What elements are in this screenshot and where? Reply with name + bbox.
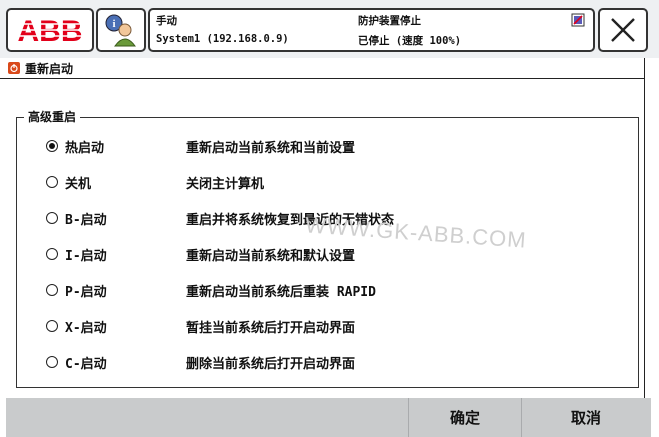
event-log-icon — [571, 13, 585, 27]
restart-option-c-start[interactable]: C-启动 删除当前系统后打开启动界面 — [46, 351, 606, 373]
option-label: 关机 — [65, 176, 92, 192]
title-divider — [0, 78, 645, 79]
bottom-command-bar: 确定 取消 — [6, 398, 651, 437]
ok-button[interactable]: 确定 — [409, 398, 521, 437]
abb-logo: ABB — [12, 15, 88, 48]
option-description: 重启并将系统恢复到最近的无错状态 — [186, 212, 395, 228]
option-label: B-启动 — [65, 212, 107, 228]
option-description: 暂挂当前系统后打开启动界面 — [186, 320, 356, 336]
abb-menu-button[interactable]: ABB — [6, 8, 94, 52]
option-label: I-启动 — [65, 248, 107, 264]
option-description: 重新启动当前系统和当前设置 — [186, 140, 356, 156]
svg-text:i: i — [112, 18, 115, 30]
radio-button[interactable] — [46, 176, 58, 188]
radio-button[interactable] — [46, 248, 58, 260]
option-label: X-启动 — [65, 320, 107, 336]
option-description: 关闭主计算机 — [186, 176, 265, 192]
window-right-border — [644, 58, 645, 398]
group-legend: 高级重启 — [24, 108, 81, 125]
safety-status: 防护装置停止 — [358, 15, 421, 27]
restart-option-warm[interactable]: 热启动 重新启动当前系统和当前设置 — [46, 135, 606, 157]
user-info-icon: i — [105, 14, 136, 47]
info-user-button[interactable]: i — [96, 8, 146, 52]
radio-button-selected[interactable] — [46, 140, 58, 152]
close-button[interactable] — [598, 8, 648, 52]
top-bar: ABB i 手动 System1 (192.168.0.9) 防护装置停止 已停… — [0, 0, 659, 58]
system-name: System1 (192.168.0.9) — [156, 33, 289, 45]
restart-option-b-start[interactable]: B-启动 重启并将系统恢复到最近的无错状态 — [46, 207, 606, 229]
cancel-button[interactable]: 取消 — [522, 398, 650, 437]
option-description: 重新启动当前系统和默认设置 — [186, 248, 356, 264]
restart-option-p-start[interactable]: P-启动 重新启动当前系统后重装 RAPID — [46, 279, 606, 301]
option-label: C-启动 — [65, 356, 107, 372]
option-label: 热启动 — [65, 140, 105, 156]
restart-icon — [8, 62, 20, 74]
restart-option-shutdown[interactable]: 关机 关闭主计算机 — [46, 171, 606, 193]
restart-option-x-start[interactable]: X-启动 暂挂当前系统后打开启动界面 — [46, 315, 606, 337]
window-title: 重新启动 — [25, 61, 74, 76]
radio-button[interactable] — [46, 212, 58, 224]
radio-button[interactable] — [46, 284, 58, 296]
option-description: 重新启动当前系统后重装 RAPID — [186, 284, 376, 300]
operating-mode: 手动 — [156, 15, 177, 27]
run-status: 已停止 (速度 100%) — [358, 35, 462, 47]
option-label: P-启动 — [65, 284, 107, 300]
status-panel[interactable]: 手动 System1 (192.168.0.9) 防护装置停止 已停止 (速度 … — [148, 8, 595, 52]
svg-text:ABB: ABB — [18, 15, 83, 48]
option-description: 删除当前系统后打开启动界面 — [186, 356, 356, 372]
close-icon — [611, 18, 635, 42]
window-title-bar: 重新启动 — [8, 58, 638, 78]
radio-button[interactable] — [46, 356, 58, 368]
restart-option-i-start[interactable]: I-启动 重新启动当前系统和默认设置 — [46, 243, 606, 265]
radio-button[interactable] — [46, 320, 58, 332]
